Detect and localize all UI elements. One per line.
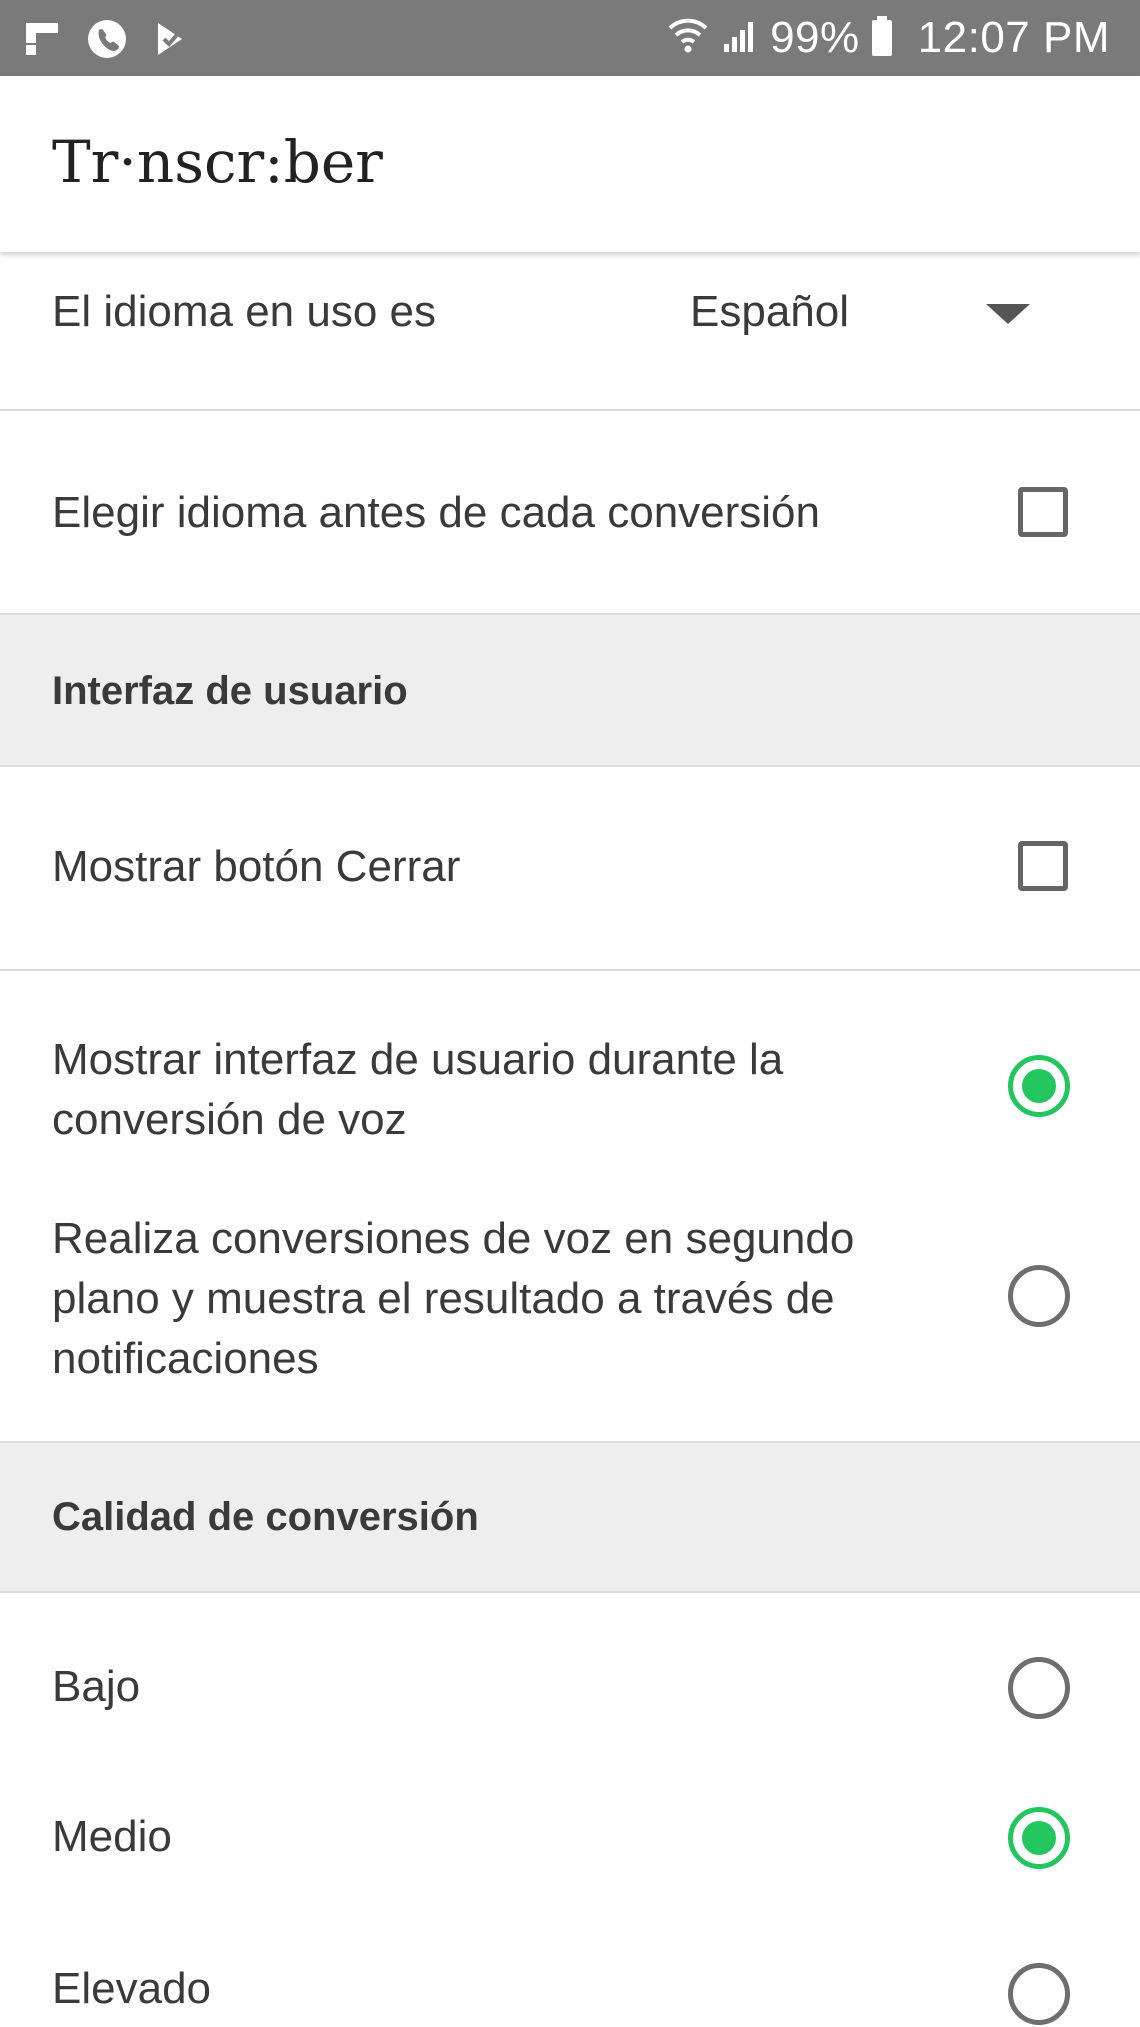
radio-quality-high[interactable] xyxy=(1008,1963,1070,2025)
language-select-value[interactable]: Español xyxy=(690,282,849,342)
check-icon xyxy=(152,19,192,64)
radio-quality-low[interactable] xyxy=(1008,1657,1070,1719)
quality-row-high[interactable]: Elevado xyxy=(0,1897,1140,2027)
radio-background[interactable] xyxy=(1008,1265,1070,1327)
section-header-ui: Interfaz de usuario xyxy=(0,615,1140,765)
section-header-quality: Calidad de conversión xyxy=(0,1443,1140,1591)
flipboard-icon xyxy=(22,19,62,64)
status-bar: 99% 12:07 PM xyxy=(0,0,1140,76)
quality-row-low[interactable]: Bajo xyxy=(0,1593,1140,1745)
signal-icon xyxy=(720,16,760,61)
radio-row-show-ui[interactable]: Mostrar interfaz de usuario durante la c… xyxy=(0,971,1140,1171)
close-button-label: Mostrar botón Cerrar xyxy=(52,842,461,891)
app-bar: Tr·nscr:ber xyxy=(0,76,1140,252)
quality-label-medium: Medio xyxy=(52,1812,172,1861)
dropdown-arrow-icon[interactable] xyxy=(986,304,1030,324)
choose-language-label: Elegir idioma antes de cada conversión xyxy=(52,488,821,537)
section-header-quality-label: Calidad de conversión xyxy=(52,1495,479,1539)
radio-quality-medium[interactable] xyxy=(1008,1807,1070,1869)
choose-language-checkbox[interactable] xyxy=(1018,487,1068,537)
radio-show-ui[interactable] xyxy=(1008,1055,1070,1117)
battery-percent: 99% xyxy=(770,13,860,62)
status-bar-right: 99% 12:07 PM xyxy=(666,0,1110,76)
wifi-icon xyxy=(666,14,710,63)
radio-label-background: Realiza conversiones de voz en segundo p… xyxy=(52,1214,855,1383)
section-header-ui-label: Interfaz de usuario xyxy=(52,669,408,713)
clock: 12:07 PM xyxy=(917,13,1110,62)
close-button-checkbox[interactable] xyxy=(1018,841,1068,891)
language-row[interactable]: El idioma en uso es Español xyxy=(0,252,1140,410)
close-button-row[interactable]: Mostrar botón Cerrar xyxy=(0,767,1140,969)
quality-label-low: Bajo xyxy=(52,1662,141,1711)
radio-label-show-ui: Mostrar interfaz de usuario durante la c… xyxy=(52,1035,784,1144)
quality-label-high: Elevado xyxy=(52,1964,212,2013)
radio-row-background[interactable]: Realiza conversiones de voz en segundo p… xyxy=(0,1171,1140,1441)
battery-icon xyxy=(870,14,894,63)
app-title: Tr·nscr:ber xyxy=(52,128,383,196)
language-label: El idioma en uso es xyxy=(52,287,436,336)
quality-row-medium[interactable]: Medio xyxy=(0,1745,1140,1897)
choose-language-row[interactable]: Elegir idioma antes de cada conversión xyxy=(0,411,1140,613)
phone-icon xyxy=(86,18,128,65)
status-bar-left xyxy=(22,18,192,65)
